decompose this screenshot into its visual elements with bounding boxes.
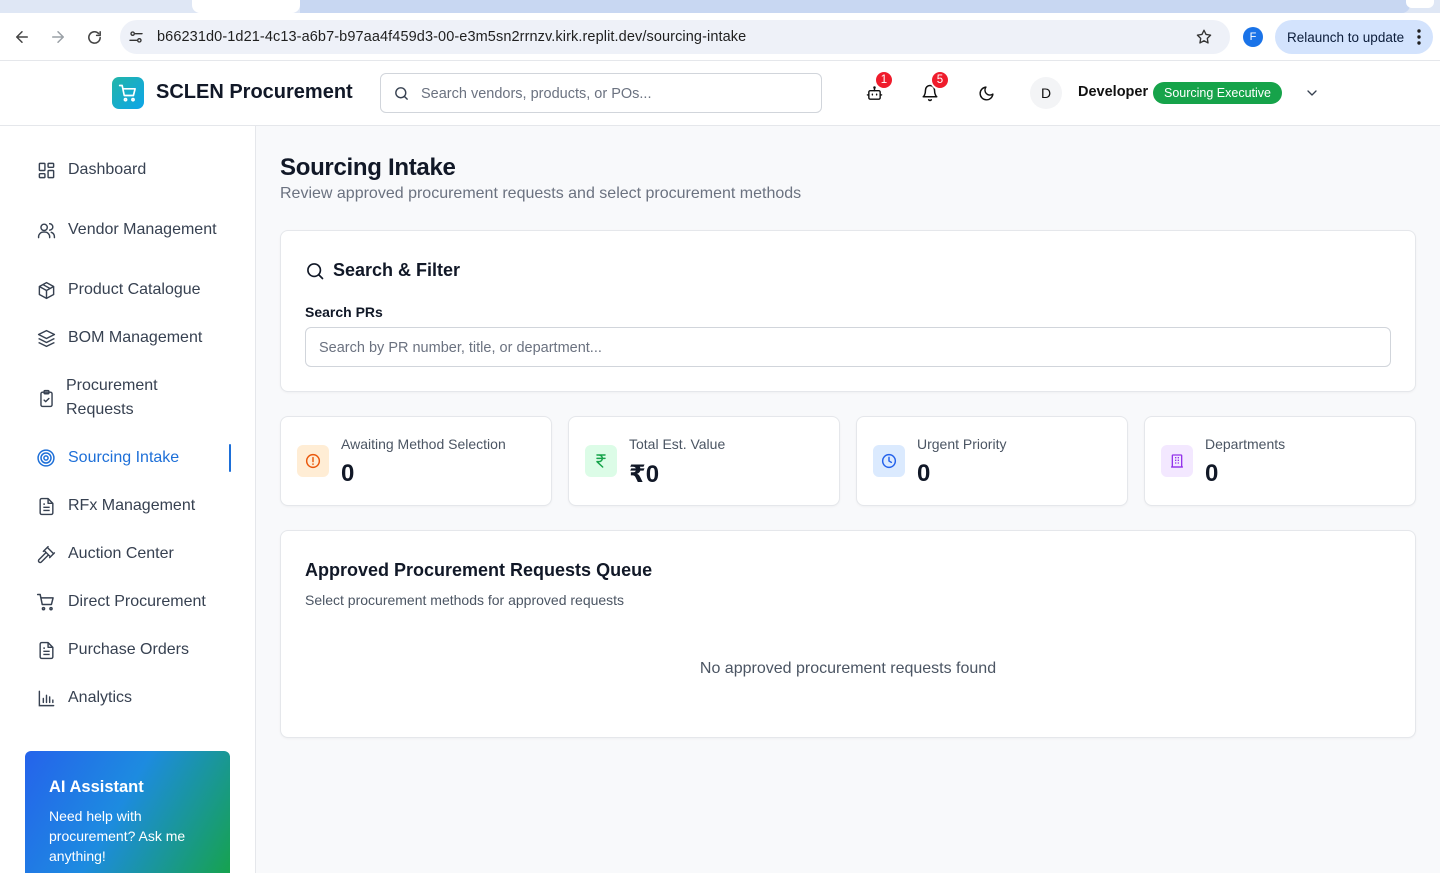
sidebar-item-rfx-management[interactable]: RFx Management (24, 494, 231, 518)
browser-active-tab[interactable] (192, 0, 300, 13)
search-icon (393, 85, 410, 107)
global-search-input[interactable] (421, 82, 811, 106)
stat-label: Departments (1205, 436, 1286, 452)
queue-empty-message: No approved procurement requests found (699, 660, 997, 677)
stat-label: Urgent Priority (917, 436, 1007, 452)
stat-value: 0 (917, 460, 931, 487)
sidebar-item-analytics[interactable]: Analytics (24, 686, 231, 710)
sidebar-item-label: Analytics (68, 689, 133, 706)
target-icon (36, 448, 56, 468)
grid-icon (36, 160, 56, 180)
relaunch-label: Relaunch to update (1287, 29, 1405, 45)
search-filter-heading: Search & Filter (305, 260, 460, 281)
reload-icon[interactable] (82, 25, 106, 49)
stat-value: 0 (341, 460, 355, 487)
stat-value: ₹0 (629, 461, 660, 488)
sidebar-item-auction-center[interactable]: Auction Center (24, 542, 231, 566)
brand-name[interactable]: SCLEN Procurement (156, 81, 353, 104)
search-prs-label: Search PRs (305, 304, 383, 320)
role-badge: Sourcing Executive (1153, 82, 1283, 104)
sidebar-item-label: RFx Management (68, 497, 196, 514)
global-search[interactable] (380, 73, 822, 113)
layers-icon (36, 328, 56, 348)
relaunch-button[interactable]: Relaunch to update (1275, 20, 1433, 54)
user-avatar[interactable]: D (1030, 77, 1062, 109)
ai-bot-button[interactable]: 1 (862, 70, 894, 105)
stat-label: Awaiting Method Selection (341, 436, 506, 452)
ai-assistant-title: AI Assistant (49, 778, 144, 796)
sidebar-item-direct-procurement[interactable]: Direct Procurement (24, 590, 231, 614)
requests-queue-card: Approved Procurement Requests Queue Sele… (280, 530, 1416, 738)
browser-toolbar: b66231d0-1d21-4c13-a6b7-b97aa4f459d3-00-… (0, 13, 1440, 61)
file-text-icon (36, 640, 56, 660)
stat-card-urgent: Urgent Priority 0 (856, 416, 1128, 506)
sidebar-item-label: Sourcing Intake (68, 449, 180, 466)
search-filter-card: Search & Filter Search PRs (280, 230, 1416, 392)
sidebar-item-dashboard[interactable]: Dashboard (24, 158, 231, 182)
clock-icon (873, 445, 905, 477)
app-header: SCLEN Procurement 1 5 D Developer Sourci… (0, 61, 1440, 126)
search-icon (307, 262, 324, 279)
sidebar-item-bom-management[interactable]: BOM Management (24, 326, 231, 350)
address-bar[interactable]: b66231d0-1d21-4c13-a6b7-b97aa4f459d3-00-… (120, 20, 1230, 54)
clipboard-check-icon (36, 388, 56, 408)
stat-value: 0 (1205, 460, 1219, 487)
notifications-button[interactable]: 5 (918, 70, 950, 105)
sidebar-item-procurement-requests[interactable]: Procurement Requests (24, 374, 231, 422)
moon-icon (979, 85, 994, 100)
back-icon[interactable] (10, 25, 34, 49)
rupee-icon (585, 445, 617, 477)
sidebar-item-label: Direct Procurement (68, 593, 206, 610)
package-icon (36, 280, 56, 300)
sidebar-item-label: Auction Center (68, 545, 174, 562)
search-prs-input[interactable] (319, 337, 1369, 359)
sidebar-item-product-catalogue[interactable]: Product Catalogue (24, 278, 231, 302)
theme-toggle-button[interactable] (974, 81, 998, 105)
sidebar-item-label: Dashboard (68, 161, 147, 178)
chevron-down-icon[interactable] (1304, 85, 1320, 106)
sidebar-item-label: BOM Management (68, 329, 203, 346)
users-icon (36, 220, 56, 240)
cart-icon (36, 592, 56, 612)
url-text: b66231d0-1d21-4c13-a6b7-b97aa4f459d3-00-… (157, 29, 747, 45)
sidebar-item-vendor-management[interactable]: Vendor Management (24, 206, 231, 254)
stat-card-departments: Departments 0 (1144, 416, 1416, 506)
user-name[interactable]: Developer (1078, 84, 1148, 100)
sidebar-item-label: Vendor Management (68, 221, 217, 238)
stat-label: Total Est. Value (629, 436, 726, 452)
page-title: Sourcing Intake (280, 154, 456, 181)
browser-tabstrip (0, 0, 1440, 13)
stat-card-total-value: Total Est. Value ₹0 (568, 416, 840, 506)
bot-badge: 1 (874, 70, 894, 90)
queue-subtitle: Select procurement methods for approved … (305, 592, 625, 608)
notifications-badge: 5 (930, 70, 950, 90)
sidebar-item-label: Product Catalogue (68, 281, 201, 298)
browser-tabs[interactable] (300, 0, 1410, 13)
page-subtitle: Review approved procurement requests and… (280, 185, 802, 202)
sidebar: Dashboard Vendor Management Product Cata… (0, 126, 256, 873)
site-settings-icon[interactable] (128, 29, 144, 50)
sidebar-item-sourcing-intake[interactable]: Sourcing Intake (24, 444, 231, 472)
building-icon (1161, 445, 1193, 477)
sidebar-item-label: Procurement Requests (66, 377, 158, 418)
bar-chart-icon (36, 688, 56, 708)
file-text-icon (36, 496, 56, 516)
ai-assistant-card[interactable]: AI Assistant Need help with procurement?… (25, 751, 230, 873)
bookmark-star-icon[interactable] (1195, 28, 1213, 51)
search-prs-field[interactable] (305, 327, 1391, 367)
ai-assistant-description: Need help with procurement? Ask me anyth… (49, 808, 186, 864)
forward-icon[interactable] (46, 25, 70, 49)
sidebar-item-purchase-orders[interactable]: Purchase Orders (24, 638, 231, 662)
queue-title: Approved Procurement Requests Queue (305, 560, 653, 580)
browser-window-control[interactable] (1406, 0, 1434, 8)
alert-circle-icon (297, 445, 329, 477)
more-vert-icon[interactable] (1417, 29, 1421, 48)
search-filter-title: Search & Filter (333, 260, 461, 280)
gavel-icon (36, 544, 56, 564)
stat-card-awaiting: Awaiting Method Selection 0 (280, 416, 552, 506)
cart-logo-icon[interactable] (112, 77, 144, 109)
browser-profile-avatar[interactable]: F (1243, 27, 1263, 47)
sidebar-item-label: Purchase Orders (68, 641, 189, 658)
